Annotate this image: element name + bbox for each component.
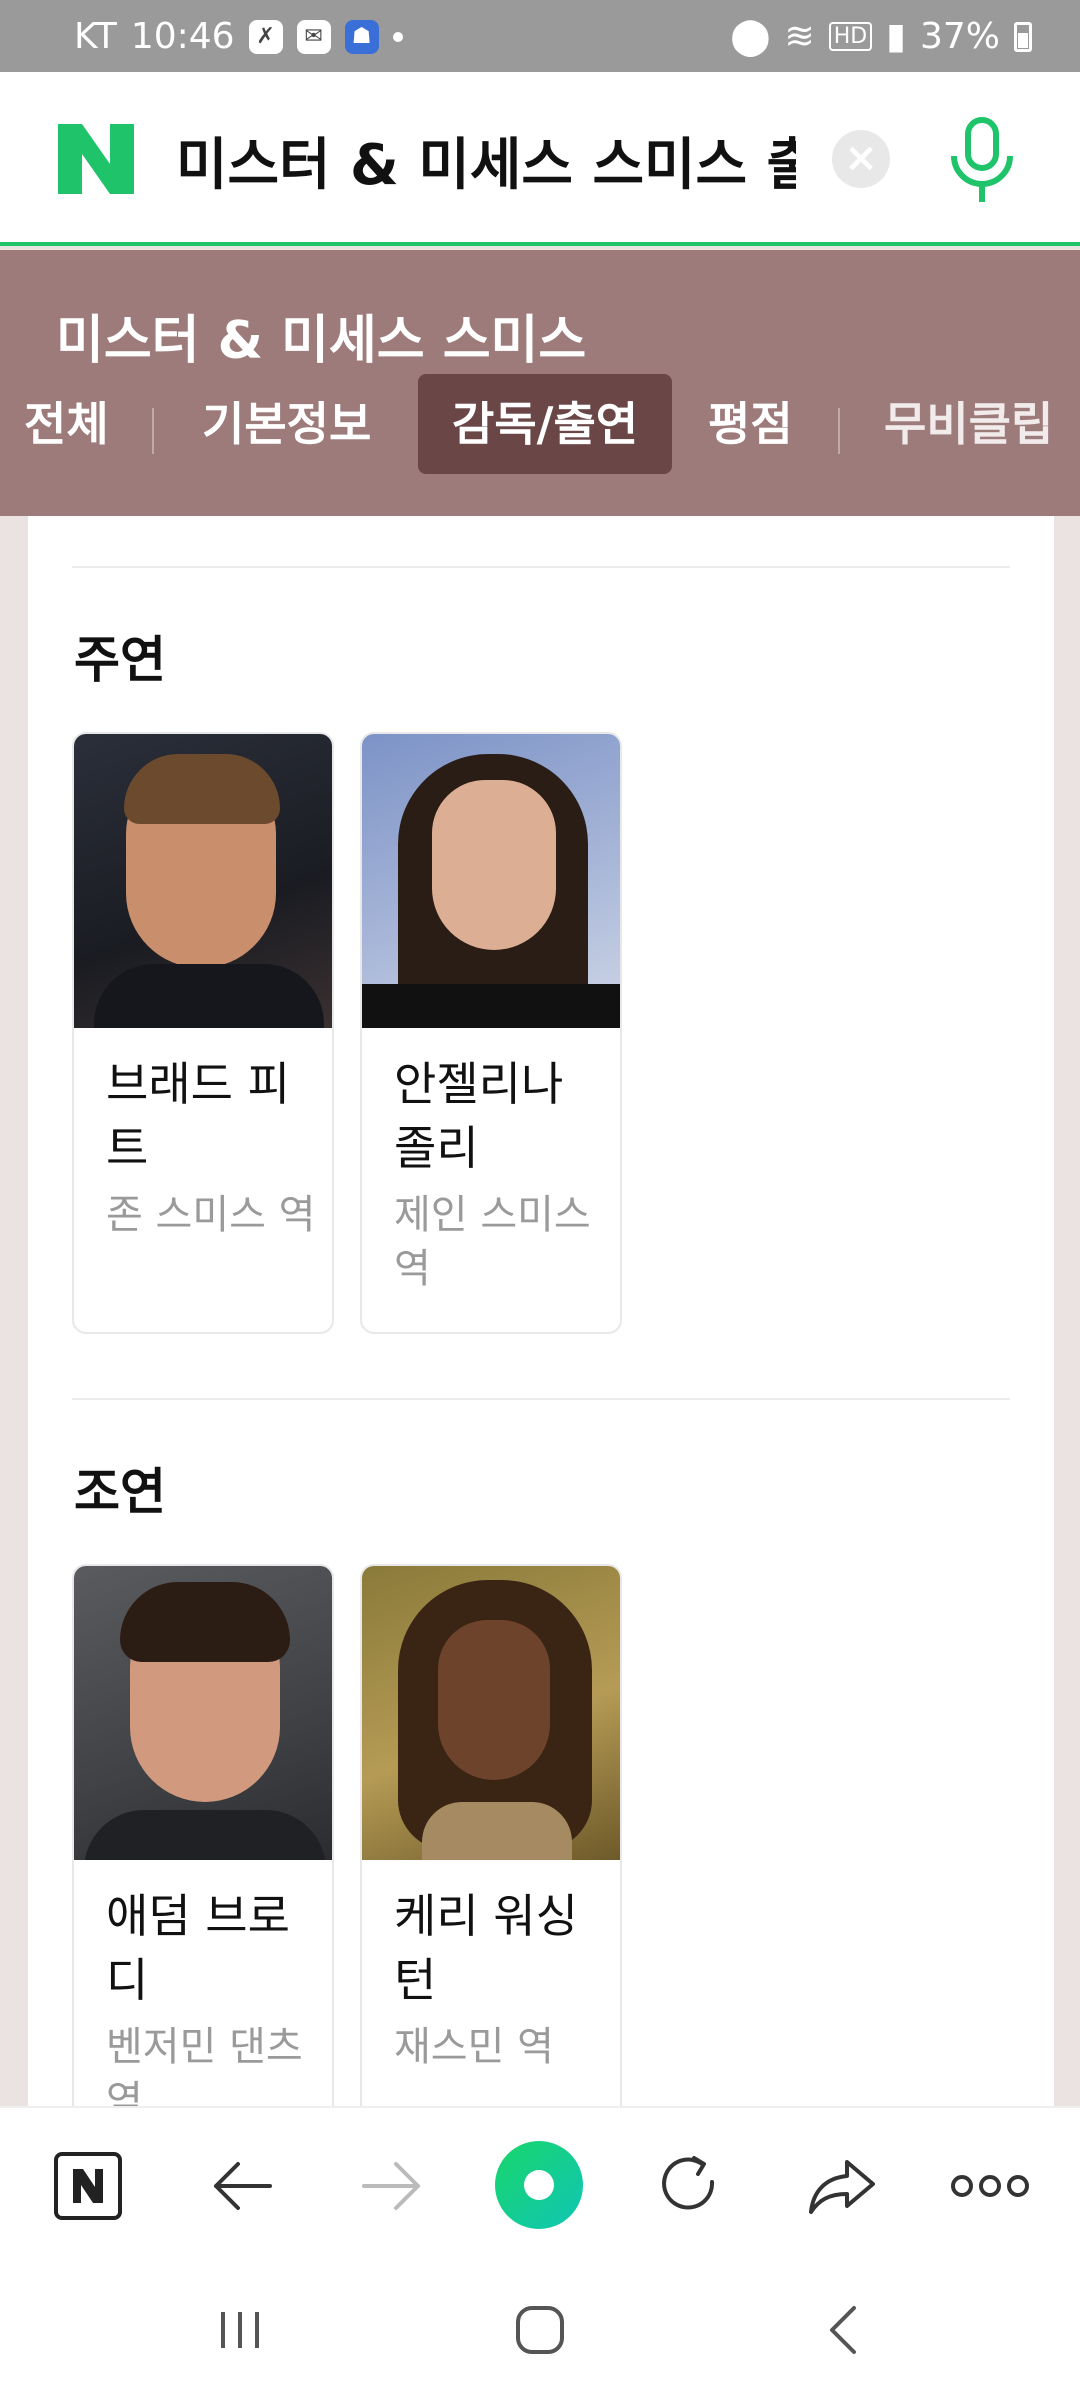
movie-title: 미스터 & 미세스 스미스 xyxy=(56,311,587,371)
location-icon: ⬤ xyxy=(730,16,771,57)
actor-photo xyxy=(362,1566,620,1860)
section-divider xyxy=(72,1398,1010,1400)
actor-photo xyxy=(362,734,620,1028)
more-notifications-dot xyxy=(392,31,403,42)
cast-card[interactable]: 브래드 피트 존 스미스 역 xyxy=(72,732,334,1334)
section-title-lead: 주연 xyxy=(74,631,166,689)
actor-photo xyxy=(74,1566,332,1860)
movie-header: 미스터 & 미세스 스미스 전체 기본정보 감독/출연 평점 무비클립 xyxy=(0,250,1080,516)
microphone-icon[interactable] xyxy=(946,116,1018,206)
naver-home-icon[interactable] xyxy=(50,2148,126,2224)
green-dot-icon[interactable] xyxy=(494,2140,584,2230)
tab-separator xyxy=(152,408,154,454)
browser-toolbar xyxy=(0,2106,1080,2258)
section-title-supporting: 조연 xyxy=(74,1463,166,1521)
home-icon[interactable] xyxy=(510,2300,570,2360)
actor-role: 제인 스미스 역 xyxy=(394,1192,591,1292)
tab-director-cast[interactable]: 감독/출연 xyxy=(418,374,673,474)
actor-photo xyxy=(74,734,332,1028)
tab-bar: 전체 기본정보 감독/출연 평점 무비클립 xyxy=(0,374,1080,474)
actor-name: 안젤리나 졸리 xyxy=(394,1057,564,1175)
search-input[interactable]: 미스터 & 미세스 스미스 출 xyxy=(176,120,796,201)
tab-basic-info[interactable]: 기본정보 xyxy=(202,374,371,474)
battery-percent: 37% xyxy=(919,16,1000,57)
tab-separator xyxy=(838,408,840,454)
x-app-icon: ✗ xyxy=(248,19,283,54)
recent-apps-icon[interactable] xyxy=(210,2300,270,2360)
actor-role: 존 스미스 역 xyxy=(106,1192,316,1238)
cast-card[interactable]: 안젤리나 졸리 제인 스미스 역 xyxy=(360,732,622,1334)
actor-name: 애덤 브로디 xyxy=(106,1889,290,2007)
section-divider xyxy=(72,566,1010,568)
signal-icon: ▮ xyxy=(886,16,906,57)
app-notification-icon: ☗ xyxy=(344,19,379,54)
cast-content: 주연 브래드 피트 존 스미스 역 안젤리나 졸리 제인 스미스 역 조연 애덤… xyxy=(28,516,1054,2124)
battery-icon xyxy=(1014,21,1032,52)
mail-icon: ✉ xyxy=(296,19,331,54)
hd-voice-icon: HD xyxy=(828,22,873,51)
cast-card[interactable]: 케리 워싱턴 재스민 역 xyxy=(360,1564,622,2124)
tab-all[interactable]: 전체 xyxy=(24,374,109,474)
system-nav-bar xyxy=(0,2258,1080,2400)
actor-role: 재스민 역 xyxy=(394,2024,554,2070)
back-arrow-icon[interactable] xyxy=(204,2148,280,2224)
refresh-icon[interactable] xyxy=(652,2148,728,2224)
system-back-icon[interactable] xyxy=(814,2300,874,2360)
clear-search-button[interactable]: × xyxy=(832,130,890,188)
carrier-label: KT xyxy=(74,16,117,57)
naver-logo-icon[interactable] xyxy=(58,124,134,194)
actor-name: 케리 워싱턴 xyxy=(394,1889,578,2007)
cast-card[interactable]: 애덤 브로디 벤저민 댄츠 역 xyxy=(72,1564,334,2124)
share-icon[interactable] xyxy=(804,2148,880,2224)
more-icon[interactable] xyxy=(950,2148,1030,2224)
status-bar: KT 10:46 ✗ ✉ ☗ ⬤ ≋ HD ▮ 37% xyxy=(0,0,1080,72)
tab-rating[interactable]: 평점 xyxy=(708,374,793,474)
wifi-icon: ≋ xyxy=(784,16,815,57)
search-bar: 미스터 & 미세스 스미스 출 × xyxy=(0,72,1080,246)
actor-name: 브래드 피트 xyxy=(106,1057,290,1175)
forward-arrow-icon[interactable] xyxy=(354,2148,430,2224)
clock: 10:46 xyxy=(130,16,235,57)
tab-movie-clip[interactable]: 무비클립 xyxy=(884,374,1053,474)
